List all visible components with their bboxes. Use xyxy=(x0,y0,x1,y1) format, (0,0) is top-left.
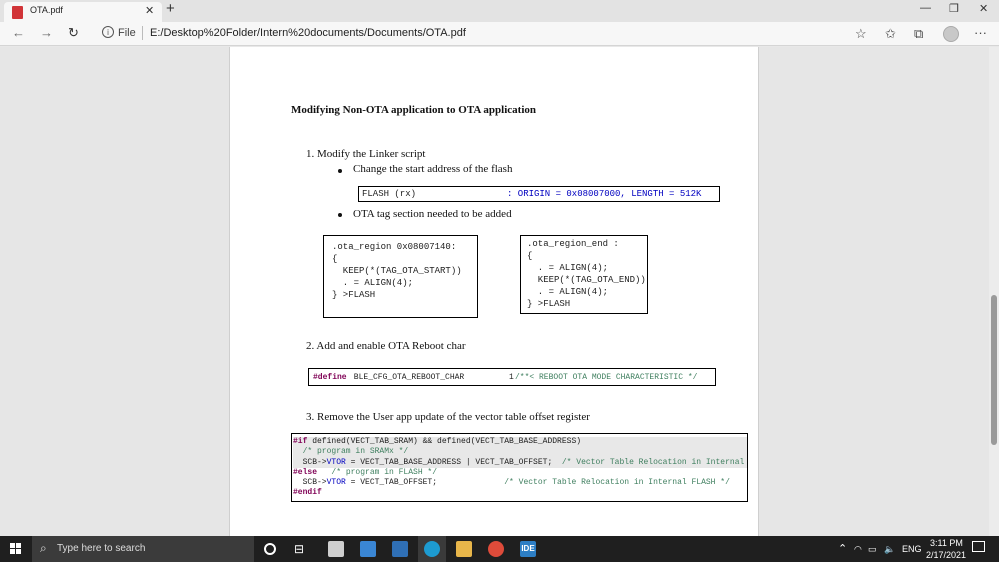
define-name: BLE_CFG_OTA_REBOOT_CHAR xyxy=(349,373,465,382)
network-icon[interactable]: ◠ xyxy=(854,544,862,555)
language-indicator[interactable]: ENG xyxy=(902,544,922,554)
code-line-comment-sram: /* program in SRAMx */ xyxy=(293,447,747,458)
app-icon[interactable] xyxy=(360,541,376,557)
if-keyword: #if xyxy=(293,437,308,446)
forward-arrow-icon[interactable]: → xyxy=(40,25,53,40)
tab-title: OTA.pdf xyxy=(30,5,63,15)
step-2: 2. Add and enable OTA Reboot char xyxy=(306,340,466,352)
address-separator xyxy=(142,26,143,40)
edge-active-slot[interactable] xyxy=(418,536,446,562)
notifications-icon[interactable] xyxy=(972,541,985,552)
scheme-label: File xyxy=(118,27,136,39)
vtor-code-box: #if defined(VECT_TAB_SRAM) && defined(VE… xyxy=(291,433,748,502)
define-keyword: #define xyxy=(313,373,347,382)
browser-toolbar: ← → ↻ i File E:/Desktop%20Folder/Intern%… xyxy=(0,22,999,46)
pdf-viewer: Modifying Non-OTA application to OTA app… xyxy=(0,47,999,536)
ide-icon[interactable]: IDE xyxy=(520,541,536,557)
define-value: 1 xyxy=(509,373,514,382)
profile-avatar[interactable] xyxy=(943,26,959,42)
file-explorer-icon[interactable] xyxy=(456,541,472,557)
search-placeholder: Type here to search xyxy=(57,543,146,554)
windows-start-icon[interactable] xyxy=(10,543,22,555)
vtor-comment-flash: /* Vector Table Relocation in Internal F… xyxy=(504,478,730,488)
windows-taskbar: ⌕ Type here to search ⊟ IDE ⌃ ◠ ▭ 🔈 ENG … xyxy=(0,536,999,562)
store-icon[interactable] xyxy=(328,541,344,557)
mail-icon[interactable] xyxy=(392,541,408,557)
bullet-dot xyxy=(338,169,342,173)
favorite-star-icon[interactable]: ☆ xyxy=(855,26,867,42)
battery-icon[interactable]: ▭ xyxy=(868,544,877,555)
chrome-icon[interactable] xyxy=(488,541,504,557)
flash-definition-box: FLASH (rx) : ORIGIN = 0x08007000, LENGTH… xyxy=(358,186,720,202)
vtor-field: VTOR xyxy=(326,457,346,467)
vtor-field: VTOR xyxy=(326,478,346,488)
bullet-dot xyxy=(338,213,342,217)
bullet-ota-tag-section: OTA tag section needed to be added xyxy=(353,208,512,220)
code-line-vtor-flash: SCB->VTOR = VECT_TAB_OFFSET; /* Vector T… xyxy=(293,478,747,488)
define-comment: /**< REBOOT OTA MODE CHARACTERISTIC */ xyxy=(515,373,698,382)
code-line-else: #else /* program in FLASH */ xyxy=(293,468,747,478)
vtor-prefix: SCB-> xyxy=(293,478,327,488)
refresh-icon[interactable]: ↻ xyxy=(68,25,79,41)
doc-heading: Modifying Non-OTA application to OTA app… xyxy=(291,104,536,116)
vtor-assign-sram: = VECT_TAB_BASE_ADDRESS | VECT_TAB_OFFSE… xyxy=(345,457,562,467)
ota-region-code: .ota_region 0x08007140: { KEEP(*(TAG_OTA… xyxy=(323,235,478,318)
define-reboot-char-box: #define BLE_CFG_OTA_REBOOT_CHAR 1 /**< R… xyxy=(308,368,716,386)
code-line-if: #if defined(VECT_TAB_SRAM) && defined(VE… xyxy=(293,437,747,448)
task-view-icon[interactable]: ⊟ xyxy=(294,542,310,558)
close-window-button[interactable]: ✕ xyxy=(979,2,988,15)
tab-ota-pdf[interactable]: OTA.pdf ✕ xyxy=(4,2,162,22)
minimize-button[interactable]: — xyxy=(920,2,931,14)
back-arrow-icon[interactable]: ← xyxy=(12,25,25,40)
info-icon[interactable]: i xyxy=(102,26,114,38)
tab-close-icon[interactable]: ✕ xyxy=(145,4,154,17)
maximize-button[interactable]: ❐ xyxy=(949,2,959,15)
cortana-icon[interactable] xyxy=(264,543,276,555)
bullet-change-start-address: Change the start address of the flash xyxy=(353,163,513,175)
more-menu-icon[interactable]: ··· xyxy=(974,25,987,40)
clock-date[interactable]: 2/17/2021 xyxy=(926,550,966,560)
vtor-comment-sram: /* Vector Table Relocation in Internal S… xyxy=(561,457,745,467)
collections-icon[interactable]: ⧉ xyxy=(914,26,923,42)
show-hidden-icons-icon[interactable]: ⌃ xyxy=(838,542,847,555)
clock-time[interactable]: 3:11 PM xyxy=(930,538,963,548)
comment-flash: /* program in FLASH */ xyxy=(317,467,438,477)
step-3: 3. Remove the User app update of the vec… xyxy=(306,411,590,423)
scrollbar-thumb[interactable] xyxy=(991,295,997,445)
if-condition: defined(VECT_TAB_SRAM) && defined(VECT_T… xyxy=(307,437,582,446)
pdf-page: Modifying Non-OTA application to OTA app… xyxy=(229,47,759,536)
volume-icon[interactable]: 🔈 xyxy=(884,544,895,555)
url-text[interactable]: E:/Desktop%20Folder/Intern%20documents/D… xyxy=(150,27,466,39)
address-bar[interactable]: i File E:/Desktop%20Folder/Intern%20docu… xyxy=(98,24,878,44)
tab-strip: OTA.pdf ✕ + — ❐ ✕ xyxy=(0,0,999,22)
flash-left: FLASH (rx) xyxy=(362,189,417,199)
flash-right: : ORIGIN = 0x08007000, LENGTH = 512K xyxy=(507,189,702,199)
vertical-scrollbar[interactable] xyxy=(989,47,999,536)
code-line-vtor-sram: SCB->VTOR = VECT_TAB_BASE_ADDRESS | VECT… xyxy=(293,457,747,468)
vtor-assign-flash: = VECT_TAB_OFFSET; xyxy=(345,478,505,488)
else-keyword: #else xyxy=(293,467,318,477)
ota-region-end-code: .ota_region_end : { . = ALIGN(4); KEEP(*… xyxy=(520,235,648,314)
edge-icon xyxy=(424,541,440,557)
new-tab-button[interactable]: + xyxy=(166,0,175,17)
search-icon: ⌕ xyxy=(40,541,47,555)
favorites-list-icon[interactable]: ✩ xyxy=(885,26,896,42)
code-line-endif: #endif xyxy=(293,488,322,498)
step-1: 1. Modify the Linker script xyxy=(306,148,426,160)
vtor-prefix: SCB-> xyxy=(293,457,327,467)
taskbar-search-box[interactable]: ⌕ Type here to search xyxy=(32,536,254,562)
pdf-file-icon xyxy=(12,6,23,19)
